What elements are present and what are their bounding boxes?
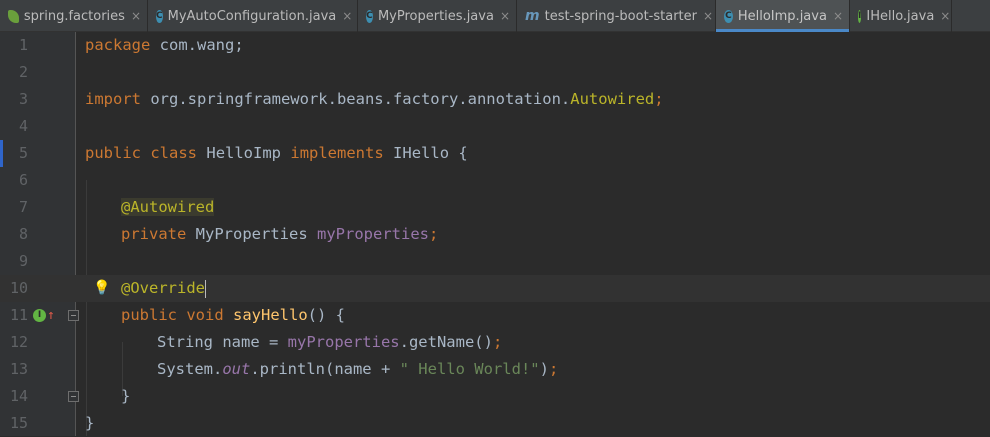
line-number: 3 <box>18 90 28 108</box>
semicolon: ; <box>654 90 664 108</box>
local-declaration: String name = <box>157 333 288 351</box>
semicolon: ; <box>492 333 503 351</box>
close-icon[interactable]: × <box>833 9 843 23</box>
field-name: myProperties <box>287 333 400 351</box>
lightbulb-icon[interactable]: 💡 <box>93 275 110 302</box>
implements-method-marker[interactable]: I ↑ <box>33 302 55 329</box>
tab-label: test-spring-boot-starter <box>544 8 697 24</box>
line-number: 5 <box>18 144 28 162</box>
code-line-8: 8 private MyProperties myProperties; <box>0 221 990 248</box>
code-line-6: 6 <box>0 167 990 194</box>
editor-tab-bar: spring.factories × C MyAutoConfiguration… <box>0 0 990 32</box>
text-caret <box>205 279 206 298</box>
up-arrow-icon: ↑ <box>47 308 55 323</box>
method-call: .getName() <box>399 333 493 351</box>
keyword: void <box>186 306 224 324</box>
code-line-3: 3 import org.springframework.beans.facto… <box>0 86 990 113</box>
code-line-15: 15 } <box>0 410 990 437</box>
tab-label: HelloImp.java <box>737 8 827 24</box>
keyword: private <box>121 225 187 243</box>
class-name: HelloImp <box>206 144 282 162</box>
method-name: sayHello <box>233 306 308 324</box>
line-number: 10 <box>9 279 28 297</box>
line-number: 2 <box>18 63 28 81</box>
code-line-5: 5 public class HelloImp implements IHell… <box>0 140 990 167</box>
class-icon: C <box>366 9 373 23</box>
line-number: 8 <box>18 225 28 243</box>
close-paren: ) <box>539 360 549 378</box>
tab-label: MyAutoConfiguration.java <box>167 8 337 24</box>
module-icon: m <box>525 8 540 24</box>
tab-label: spring.factories <box>23 8 125 24</box>
code-line-7: 7 @Autowired <box>0 194 990 221</box>
tab-spring-factories[interactable]: spring.factories × <box>0 0 148 32</box>
import-annotation: Autowired <box>570 90 655 108</box>
interface-icon: I <box>858 9 862 23</box>
close-brace: } <box>121 387 131 405</box>
interface-name: IHello { <box>393 144 468 162</box>
fold-icon[interactable] <box>68 391 79 402</box>
code-line-12: 12 String name = myProperties.getName(); <box>0 329 990 356</box>
line-number: 1 <box>18 36 28 54</box>
close-icon[interactable]: × <box>342 9 352 23</box>
tab-my-properties[interactable]: C MyProperties.java × <box>358 0 517 32</box>
keyword: implements <box>290 144 384 162</box>
string-literal: " Hello World!" <box>399 360 540 378</box>
keyword: public <box>121 306 177 324</box>
code-editor[interactable]: 1 package com.wang; 2 3 import org.sprin… <box>0 32 990 436</box>
line-number: 7 <box>18 198 28 216</box>
tab-hello-imp[interactable]: C HelloImp.java × <box>716 0 850 32</box>
keyword: public <box>85 144 141 162</box>
close-icon[interactable]: × <box>131 9 141 23</box>
annotation: @Override <box>121 279 205 297</box>
keyword: class <box>150 144 198 162</box>
line-number: 14 <box>9 387 28 405</box>
tab-ihello[interactable]: I IHello.java × <box>850 0 952 32</box>
close-icon[interactable]: × <box>703 9 713 23</box>
close-brace: } <box>85 414 95 432</box>
annotation: @Autowired <box>121 198 215 216</box>
static-field: out <box>222 360 251 378</box>
tab-my-auto-configuration[interactable]: C MyAutoConfiguration.java × <box>148 0 358 32</box>
semicolon: ; <box>428 225 439 243</box>
line-number: 11 <box>9 306 28 324</box>
line-number: 4 <box>18 117 28 135</box>
semicolon: ; <box>548 360 559 378</box>
code-line-14: 14 } <box>0 383 990 410</box>
code-line-10: 10 💡 @Override <box>0 275 990 302</box>
code-line-13: 13 System.out.println(name + " Hello Wor… <box>0 356 990 383</box>
class-icon: C <box>724 9 733 23</box>
code-line-2: 2 <box>0 59 990 86</box>
type-name: MyProperties <box>195 225 308 243</box>
line-number: 15 <box>9 414 28 432</box>
line-number: 9 <box>18 252 28 270</box>
keyword: package <box>85 36 151 54</box>
class-icon: C <box>156 9 163 23</box>
close-icon[interactable]: × <box>940 9 950 23</box>
implements-icon: I <box>33 309 46 322</box>
code-line-4: 4 <box>0 113 990 140</box>
keyword: import <box>85 90 141 108</box>
tab-test-spring-boot-starter[interactable]: m test-spring-boot-starter × <box>517 0 716 32</box>
method-params: () { <box>307 306 345 324</box>
system-class: System. <box>157 360 223 378</box>
code-line-9: 9 <box>0 248 990 275</box>
field-name: myProperties <box>317 225 429 243</box>
leaf-icon <box>8 9 19 23</box>
line-number: 13 <box>9 360 28 378</box>
import-path: org.springframework.beans.factory.annota… <box>141 90 571 108</box>
package-name: com.wang; <box>150 36 244 54</box>
line-number: 12 <box>9 333 28 351</box>
tab-label: MyProperties.java <box>377 8 494 24</box>
code-line-1: 1 package com.wang; <box>0 32 990 59</box>
tab-label: IHello.java <box>866 8 935 24</box>
line-number: 6 <box>18 171 28 189</box>
close-icon[interactable]: × <box>500 9 510 23</box>
code-line-11: 11 I ↑ public void sayHello() { <box>0 302 990 329</box>
fold-icon[interactable] <box>68 310 79 321</box>
method-call: .println(name + <box>250 360 400 378</box>
